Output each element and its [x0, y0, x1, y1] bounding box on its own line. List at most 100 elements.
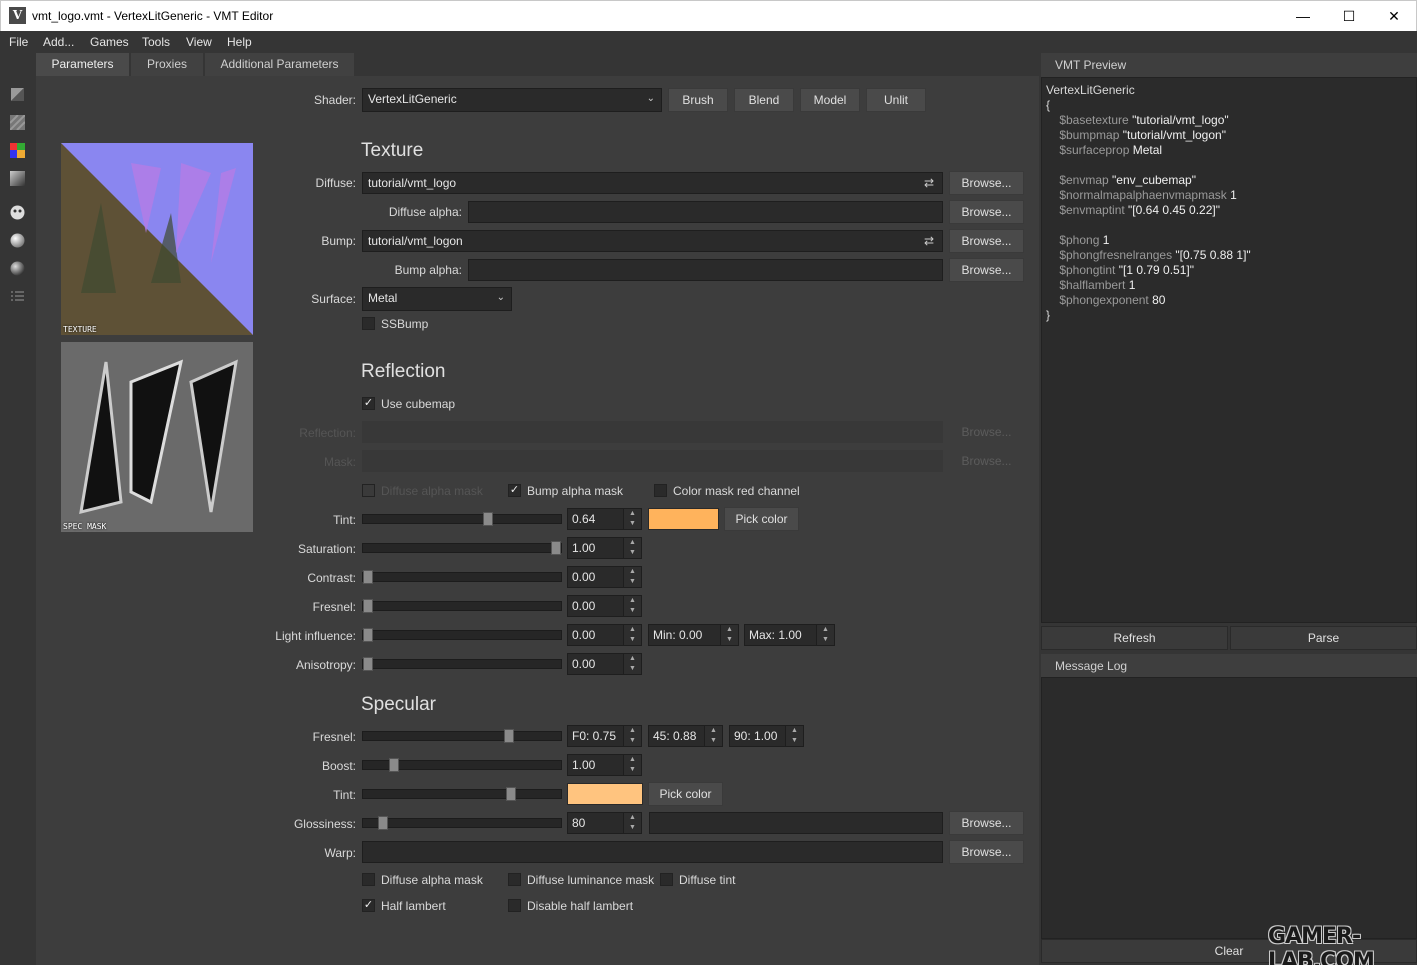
- diffuse-tint-checkbox[interactable]: [660, 873, 673, 886]
- glossiness-browse-button[interactable]: Browse...: [949, 811, 1024, 835]
- glossiness-texture-input[interactable]: [649, 812, 943, 834]
- mask-browse-button[interactable]: Browse...: [949, 449, 1024, 473]
- surface-dropdown[interactable]: Metal ⌄: [362, 287, 512, 311]
- diffuse-alpha-input[interactable]: [468, 201, 943, 223]
- menu-add[interactable]: Add...: [43, 35, 74, 49]
- spin-arrows[interactable]: ▲ ▼: [623, 726, 641, 746]
- glossiness-slider[interactable]: [362, 816, 562, 830]
- bump-input[interactable]: tutorial/vmt_logon ⇄: [362, 230, 943, 252]
- spin-arrows[interactable]: ▲ ▼: [623, 813, 641, 833]
- refl-fresnel-slider[interactable]: [362, 599, 562, 613]
- menu-file[interactable]: File: [9, 35, 28, 49]
- half-lambert-checkbox[interactable]: ✓: [362, 899, 375, 912]
- unlit-button[interactable]: Unlit: [866, 88, 926, 112]
- spin-arrows[interactable]: ▲ ▼: [704, 726, 722, 746]
- slider-handle[interactable]: [363, 570, 373, 584]
- minimize-button[interactable]: —: [1280, 1, 1326, 31]
- close-button[interactable]: ✕: [1371, 1, 1417, 31]
- light-max-spinbox[interactable]: Max: 1.00 ▲ ▼: [744, 624, 835, 646]
- spec-tint-swatch[interactable]: [567, 783, 643, 805]
- vmt-preview-text[interactable]: VertexLitGeneric{ $basetexture "tutorial…: [1041, 77, 1417, 623]
- menu-help[interactable]: Help: [227, 35, 252, 49]
- bump-alpha-browse-button[interactable]: Browse...: [949, 258, 1024, 282]
- anisotropy-spinbox[interactable]: 0.00 ▲ ▼: [567, 653, 642, 675]
- maximize-button[interactable]: ☐: [1326, 1, 1372, 31]
- bump-browse-button[interactable]: Browse...: [949, 229, 1024, 253]
- spec-diffuse-alpha-mask-checkbox[interactable]: [362, 873, 375, 886]
- spin-arrows[interactable]: ▲ ▼: [623, 567, 641, 587]
- tab-additional-parameters[interactable]: Additional Parameters: [205, 53, 354, 76]
- brush-button[interactable]: Brush: [668, 88, 728, 112]
- parse-button[interactable]: Parse: [1230, 626, 1417, 650]
- pattern-tool-icon[interactable]: [10, 115, 25, 130]
- specmask-thumbnail[interactable]: SPEC MASK: [61, 342, 253, 532]
- spin-arrows[interactable]: ▲ ▼: [623, 538, 641, 558]
- reflection-input[interactable]: [362, 421, 943, 443]
- slider-handle[interactable]: [483, 512, 493, 526]
- spin-arrows[interactable]: ▲ ▼: [623, 509, 641, 529]
- light-influence-spinbox[interactable]: 0.00 ▲ ▼: [567, 624, 642, 646]
- spin-arrows[interactable]: ▲ ▼: [816, 625, 834, 645]
- refl-fresnel-spinbox[interactable]: 0.00 ▲ ▼: [567, 595, 642, 617]
- mask-input[interactable]: [362, 450, 943, 472]
- contrast-spinbox[interactable]: 0.00 ▲ ▼: [567, 566, 642, 588]
- texture-tool-icon[interactable]: [10, 87, 25, 102]
- slider-handle[interactable]: [363, 599, 373, 613]
- spec-f45-spinbox[interactable]: 45: 0.88 ▲ ▼: [648, 725, 723, 747]
- refl-tint-spinbox[interactable]: 0.64 ▲ ▼: [567, 508, 642, 530]
- face-tool-icon[interactable]: [10, 205, 25, 220]
- refl-tint-slider[interactable]: [362, 512, 562, 526]
- refl-tint-swatch[interactable]: [648, 508, 719, 530]
- refl-diffuse-alpha-mask-checkbox[interactable]: [362, 484, 375, 497]
- slider-handle[interactable]: [551, 541, 561, 555]
- use-cubemap-checkbox[interactable]: ✓: [362, 397, 375, 410]
- bump-alpha-mask-checkbox[interactable]: ✓: [508, 484, 521, 497]
- slider-handle[interactable]: [363, 657, 373, 671]
- bump-alpha-input[interactable]: [468, 259, 943, 281]
- reload-icon[interactable]: ⇄: [922, 176, 936, 190]
- slider-handle[interactable]: [389, 758, 399, 772]
- spec-f90-spinbox[interactable]: 90: 1.00 ▲ ▼: [729, 725, 804, 747]
- light-influence-slider[interactable]: [362, 628, 562, 642]
- warp-browse-button[interactable]: Browse...: [949, 840, 1024, 864]
- diffuse-browse-button[interactable]: Browse...: [949, 171, 1024, 195]
- list-tool-icon[interactable]: [10, 289, 25, 304]
- spin-arrows[interactable]: ▲ ▼: [623, 625, 641, 645]
- diffuse-luminance-mask-checkbox[interactable]: [508, 873, 521, 886]
- texture-thumbnail[interactable]: TEXTURE: [61, 143, 253, 335]
- menu-view[interactable]: View: [186, 35, 212, 49]
- light-min-spinbox[interactable]: Min: 0.00 ▲ ▼: [648, 624, 739, 646]
- reflection-browse-button[interactable]: Browse...: [949, 420, 1024, 444]
- model-button[interactable]: Model: [800, 88, 860, 112]
- menu-games[interactable]: Games: [90, 35, 129, 49]
- saturation-spinbox[interactable]: 1.00 ▲ ▼: [567, 537, 642, 559]
- shader-dropdown[interactable]: VertexLitGeneric ⌄: [362, 88, 662, 112]
- color-tool-icon[interactable]: [10, 143, 25, 158]
- spin-arrows[interactable]: ▲ ▼: [785, 726, 803, 746]
- spec-f0-spinbox[interactable]: F0: 0.75 ▲ ▼: [567, 725, 642, 747]
- slider-handle[interactable]: [363, 628, 373, 642]
- menu-tools[interactable]: Tools: [142, 35, 170, 49]
- diffuse-input[interactable]: tutorial/vmt_logo ⇄: [362, 172, 943, 194]
- tab-parameters[interactable]: Parameters: [36, 53, 129, 76]
- slider-handle[interactable]: [378, 816, 388, 830]
- refl-pick-color-button[interactable]: Pick color: [724, 507, 799, 531]
- sphere-tool-icon[interactable]: [10, 233, 25, 248]
- boost-slider[interactable]: [362, 758, 562, 772]
- slider-handle[interactable]: [506, 787, 516, 801]
- spin-arrows[interactable]: ▲ ▼: [623, 596, 641, 616]
- refresh-button[interactable]: Refresh: [1041, 626, 1228, 650]
- message-log[interactable]: [1041, 677, 1417, 939]
- saturation-slider[interactable]: [362, 541, 562, 555]
- blend-button[interactable]: Blend: [734, 88, 794, 112]
- tab-proxies[interactable]: Proxies: [131, 53, 203, 76]
- slider-handle[interactable]: [504, 729, 514, 743]
- anisotropy-slider[interactable]: [362, 657, 562, 671]
- ssbump-checkbox[interactable]: [362, 317, 375, 330]
- shaded-sphere-tool-icon[interactable]: [10, 261, 25, 276]
- spec-pick-color-button[interactable]: Pick color: [648, 782, 723, 806]
- diffuse-alpha-browse-button[interactable]: Browse...: [949, 200, 1024, 224]
- glossiness-spinbox[interactable]: 80 ▲ ▼: [567, 812, 642, 834]
- gradient-tool-icon[interactable]: [10, 171, 25, 186]
- spin-arrows[interactable]: ▲ ▼: [623, 654, 641, 674]
